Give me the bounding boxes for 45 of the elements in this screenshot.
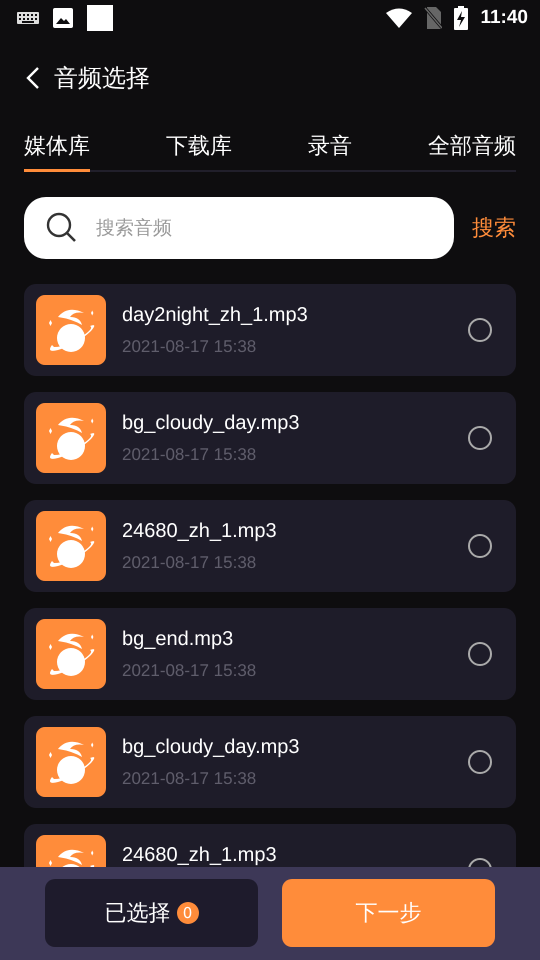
file-date: 2021-08-17 15:38 (122, 445, 258, 465)
search-field[interactable]: 搜索音频 (24, 197, 454, 259)
radio-button[interactable] (468, 750, 492, 774)
file-name: 24680_zh_1.mp3 (122, 845, 278, 865)
wifi-icon (386, 8, 412, 28)
notification-icon (87, 5, 113, 31)
radio-button[interactable] (468, 534, 492, 558)
file-name: day2night_zh_1.mp3 (122, 305, 309, 325)
planet-icon (36, 295, 106, 365)
tab[interactable]: 全部音频 (428, 129, 516, 172)
planet-icon (36, 403, 106, 473)
file-name: 24680_zh_1.mp3 (122, 521, 278, 541)
count-badge: 0 (176, 902, 198, 924)
back-icon[interactable] (26, 66, 40, 90)
radio-button[interactable] (468, 642, 492, 666)
radio-button[interactable] (468, 318, 492, 342)
page-title: 音频选择 (54, 63, 150, 94)
audio-item[interactable]: bg_cloudy_day.mp3 2021-08-17 15:38 (24, 716, 516, 808)
file-date: 2021-08-17 15:38 (122, 337, 258, 357)
radio-button[interactable] (468, 426, 492, 450)
planet-icon (36, 727, 106, 797)
audio-item[interactable]: day2night_zh_1.mp3 2021-08-17 15:38 (24, 284, 516, 376)
file-date: 2021-08-17 15:38 (122, 769, 258, 789)
battery-charging-icon (454, 6, 468, 30)
audio-item[interactable]: 24680_zh_1.mp3 2021-08-17 15:38 (24, 500, 516, 592)
audio-item[interactable]: 24680_zh_1.mp3 (24, 824, 516, 867)
tab[interactable]: 下载库 (166, 129, 232, 172)
image-icon (53, 8, 73, 28)
no-sim-icon (424, 7, 442, 29)
planet-icon (36, 619, 106, 689)
tab[interactable]: 录音 (308, 129, 352, 172)
tab[interactable]: 媒体库 (24, 129, 90, 172)
file-date: 2021-08-17 15:38 (122, 553, 258, 573)
file-name: bg_cloudy_day.mp3 (122, 737, 301, 757)
file-date: 2021-08-17 15:38 (122, 661, 258, 681)
keyboard-icon (17, 12, 39, 24)
audio-item[interactable]: bg_cloudy_day.mp3 2021-08-17 15:38 (24, 392, 516, 484)
audio-item[interactable]: bg_end.mp3 2021-08-17 15:38 (24, 608, 516, 700)
planet-icon (36, 511, 106, 581)
status-time: 11:40 (480, 7, 528, 29)
file-name: bg_cloudy_day.mp3 (122, 413, 301, 433)
search-button[interactable]: 搜索 (472, 213, 516, 243)
selected-button[interactable]: 已选择 0 (45, 879, 258, 947)
search-icon (46, 212, 78, 244)
file-name: bg_end.mp3 (122, 629, 234, 649)
